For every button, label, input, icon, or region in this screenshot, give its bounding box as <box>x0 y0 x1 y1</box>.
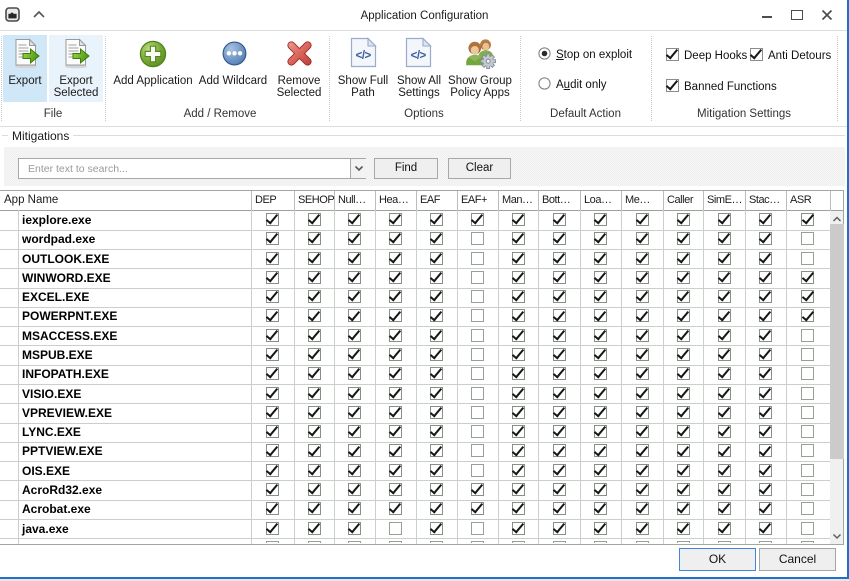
svg-text:</>: </> <box>356 50 372 62</box>
svg-text:</>: </> <box>411 50 427 62</box>
